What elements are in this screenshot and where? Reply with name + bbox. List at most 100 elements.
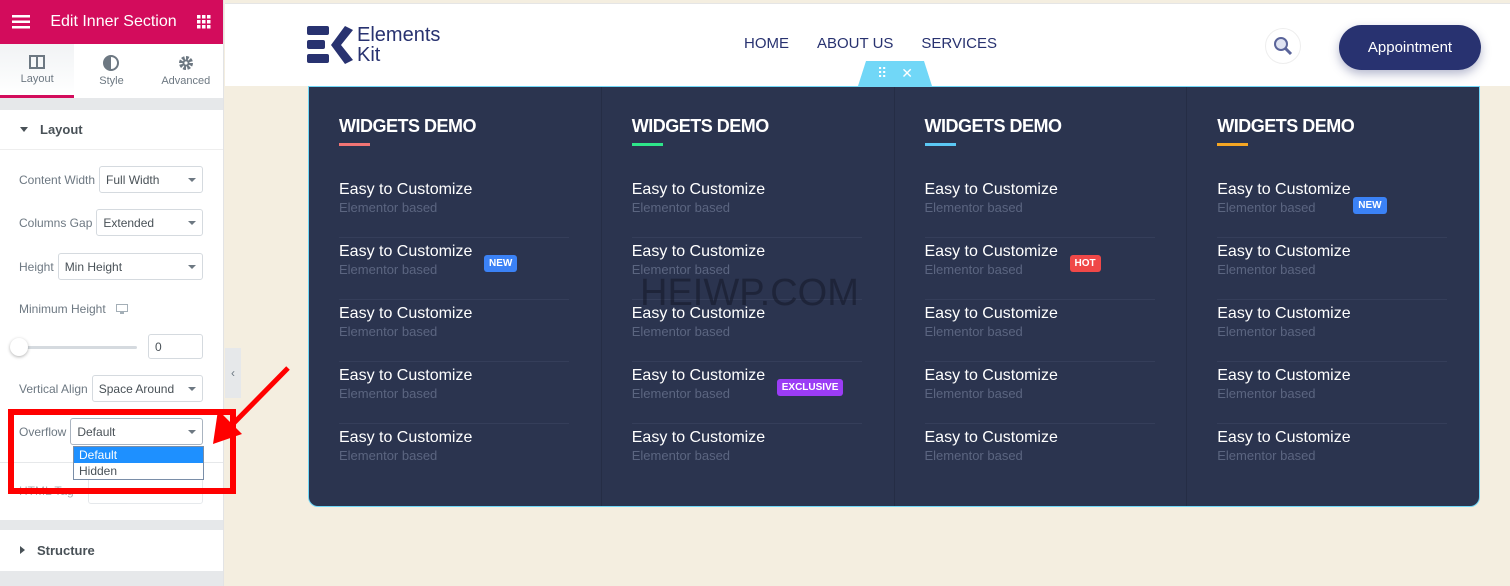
menu-item[interactable]: Easy to Customize Elementor based [1217, 238, 1448, 300]
caret-right-icon [20, 546, 25, 554]
menu-item[interactable]: Easy to Customize Elementor based [925, 424, 1155, 486]
menu-item[interactable]: Easy to Customize Elementor based [631, 238, 862, 300]
badge-new: NEW [484, 255, 518, 272]
section-layout-toggle[interactable]: Layout [0, 110, 223, 150]
control-label: Columns Gap [19, 215, 93, 230]
select-value: Full Width [106, 172, 160, 187]
item-title: Easy to Customize [631, 305, 766, 322]
menu-item[interactable]: Easy to Customize Elementor based [1217, 362, 1448, 424]
item-subtitle: Elementor based [631, 324, 731, 339]
overflow-dropdown-list: Default Hidden [73, 446, 204, 480]
menu-item[interactable]: Easy to Customize Elementor based [924, 176, 1155, 238]
min-height-slider[interactable] [10, 337, 137, 357]
menu-item[interactable]: Easy to Customize Elementor based [631, 176, 862, 238]
menu-item[interactable]: Easy to Customize Elementor based EXCLUSIV… [631, 362, 862, 424]
overflow-select[interactable]: Default [70, 418, 203, 445]
nav-services[interactable]: SERVICES [921, 35, 997, 52]
menu-item[interactable]: Easy to Customize Elementor based NEW [1217, 176, 1448, 238]
chevron-left-icon: ‹ [231, 366, 235, 380]
section-structure-toggle[interactable]: Structure [0, 530, 223, 570]
menu-item[interactable]: Easy to Customize Elementor based NEW [339, 238, 569, 300]
contrast-icon [103, 55, 120, 71]
overflow-option-hidden[interactable]: Hidden [74, 463, 203, 479]
chevron-down-icon [188, 386, 196, 391]
select-value: Space Around [98, 381, 175, 396]
item-title: Easy to Customize [631, 429, 766, 446]
item-subtitle: Elementor based [339, 324, 438, 339]
menu-item[interactable]: Easy to Customize Elementor based [1217, 300, 1448, 362]
item-subtitle: Elementor based [631, 448, 731, 463]
item-subtitle: Elementor based [1217, 448, 1316, 463]
control-label: Content Width [19, 172, 96, 187]
badge-new: NEW [1353, 197, 1387, 214]
elementskit-logo[interactable]: Elements Kit [307, 24, 440, 66]
item-subtitle: Elementor based [924, 200, 1023, 215]
item-title: Easy to Customize [924, 367, 1058, 384]
widgets-grid-icon[interactable] [196, 15, 211, 29]
column-heading: WIDGETS DEMO [631, 116, 769, 136]
nav-home[interactable]: HOME [744, 35, 789, 52]
menu-item[interactable]: Easy to Customize Elementor based [339, 424, 569, 486]
menu-item[interactable]: Easy to Customize Elementor based HOT [924, 238, 1155, 300]
menu-item[interactable]: Easy to Customize Elementor based [339, 300, 569, 362]
menu-item[interactable]: Easy to Customize Elementor based [631, 300, 862, 362]
menu-item[interactable]: Easy to Customize Elementor based [632, 424, 862, 486]
item-title: Easy to Customize [631, 243, 766, 260]
chevron-down-icon [188, 220, 196, 225]
menu-item[interactable]: Easy to Customize Elementor based [924, 362, 1155, 424]
collapse-panel-button[interactable]: ‹ [225, 348, 241, 398]
min-height-input[interactable]: 0 [148, 334, 203, 359]
item-title: Easy to Customize [339, 243, 473, 260]
height-select[interactable]: Min Height [57, 253, 203, 280]
badge-exclusive: EXCLUSIVE [776, 379, 844, 396]
html-tag-control: HTML Tag [19, 477, 203, 504]
menu-item[interactable]: Easy to Customize Elementor based [339, 176, 569, 238]
close-icon[interactable]: ✕ [901, 65, 913, 82]
item-title: Easy to Customize [339, 429, 473, 446]
section-handle[interactable]: ⠿ ✕ [858, 61, 932, 86]
sidebar-header: Edit Inner Section [0, 0, 223, 44]
drag-handle-icon[interactable]: ⠿ [877, 65, 887, 82]
main-nav: HOME ABOUT US SERVICES [744, 35, 997, 52]
tab-advanced[interactable]: Advanced [149, 44, 223, 98]
search-button[interactable] [1265, 28, 1301, 64]
item-title: Easy to Customize [924, 243, 1058, 260]
item-subtitle: Elementor based [924, 386, 1023, 401]
content-width-select[interactable]: Full Width [99, 166, 203, 193]
menu-item[interactable]: Easy to Customize Elementor based [924, 300, 1155, 362]
columns-gap-control: Columns Gap Extended [19, 209, 203, 236]
height-control: Height Min Height [19, 253, 203, 280]
overflow-option-default[interactable]: Default [74, 447, 203, 463]
menu-column: WIDGETS DEMO Easy to Customize Elementor b… [602, 87, 895, 506]
appointment-button[interactable]: Appointment [1339, 25, 1481, 70]
slider-handle[interactable] [10, 337, 28, 356]
column-heading: WIDGETS DEMO [1217, 116, 1355, 136]
select-value: Min Height [64, 259, 123, 274]
tab-style[interactable]: Style [74, 44, 148, 98]
menu-item[interactable]: Easy to Customize Elementor based [1217, 424, 1447, 486]
heading-underline [631, 143, 663, 146]
html-tag-select[interactable] [87, 477, 203, 504]
columns-gap-select[interactable]: Extended [96, 209, 203, 236]
item-subtitle: Elementor based [631, 200, 731, 215]
min-height-label-row: Minimum Height [19, 302, 203, 316]
vertical-align-select[interactable]: Space Around [91, 375, 203, 402]
desktop-icon[interactable] [115, 303, 128, 315]
item-title: Easy to Customize [631, 181, 766, 198]
item-title: Easy to Customize [1217, 367, 1351, 384]
editor-sidebar: Edit Inner Section Layout Style Advanced… [0, 0, 224, 586]
min-height-slider-row: 0 [10, 334, 203, 359]
item-subtitle: Elementor based [339, 262, 438, 277]
item-subtitle: Elementor based [339, 448, 438, 463]
heading-underline [1217, 143, 1249, 146]
tab-label: Style [99, 75, 124, 87]
tab-label: Advanced [161, 75, 211, 87]
nav-about-us[interactable]: ABOUT US [817, 35, 893, 52]
tab-layout[interactable]: Layout [0, 44, 75, 98]
hamburger-menu-icon[interactable] [12, 15, 30, 29]
menu-item[interactable]: Easy to Customize Elementor based [339, 362, 569, 424]
control-label: Overflow [19, 424, 67, 439]
item-subtitle: Elementor based [924, 324, 1023, 339]
column-heading: WIDGETS DEMO [339, 116, 476, 136]
control-label: Minimum Height [19, 302, 106, 316]
